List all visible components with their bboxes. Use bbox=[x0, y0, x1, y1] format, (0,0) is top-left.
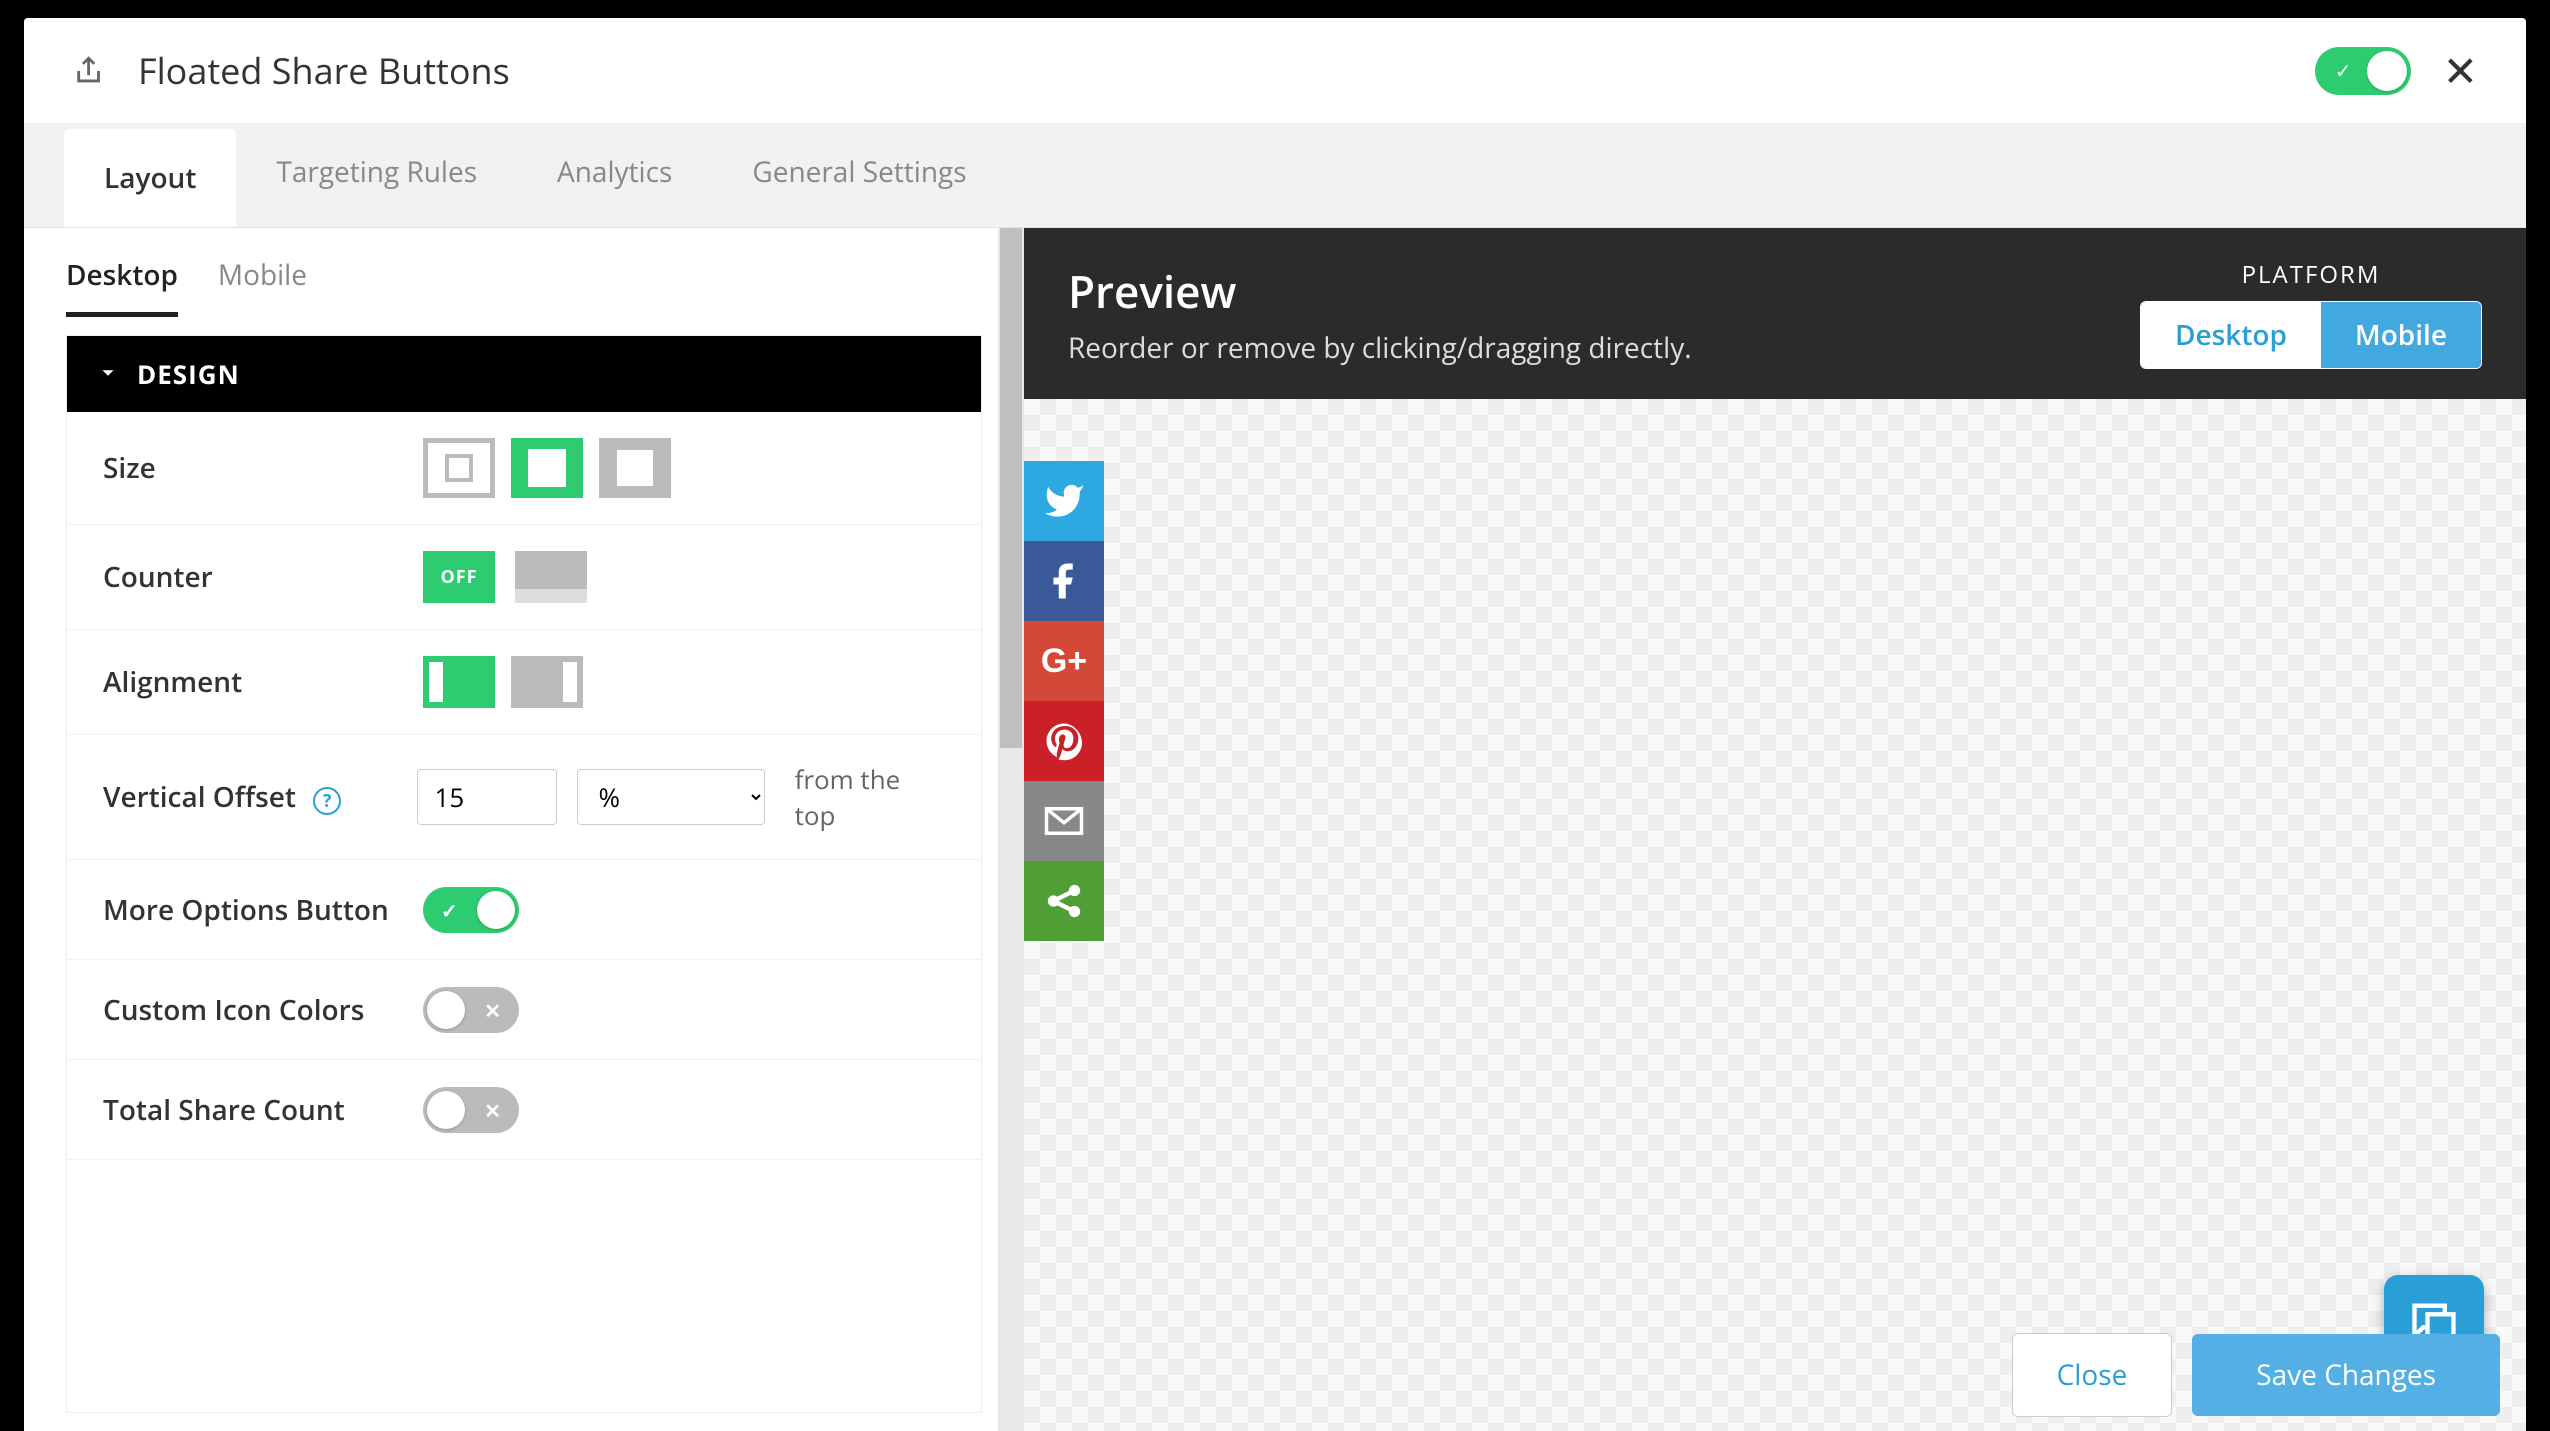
primary-tabs: Layout Targeting Rules Analytics General… bbox=[24, 123, 2526, 228]
label-vertical-offset: Vertical Offset ? bbox=[103, 778, 397, 816]
share-button-facebook[interactable] bbox=[1024, 541, 1104, 621]
platform-desktop-button[interactable]: Desktop bbox=[2141, 302, 2321, 368]
platform-label: PLATFORM bbox=[2140, 258, 2482, 291]
share-icon bbox=[72, 53, 108, 89]
row-alignment: Alignment bbox=[67, 630, 981, 735]
row-size: Size bbox=[67, 412, 981, 525]
platform-mobile-button[interactable]: Mobile bbox=[2321, 302, 2481, 368]
label-total-share: Total Share Count bbox=[103, 1091, 403, 1129]
tab-layout[interactable]: Layout bbox=[64, 129, 236, 227]
scrollbar-thumb[interactable] bbox=[1000, 228, 1022, 748]
alignment-option-right[interactable] bbox=[511, 656, 583, 708]
row-counter: Counter OFF bbox=[67, 525, 981, 630]
share-button-email[interactable] bbox=[1024, 781, 1104, 861]
settings-modal: Floated Share Buttons ✓ ✕ Layout Targeti… bbox=[24, 18, 2526, 1431]
modal-title: Floated Share Buttons bbox=[138, 46, 2315, 95]
size-option-medium[interactable] bbox=[511, 438, 583, 498]
header-actions: ✓ ✕ bbox=[2315, 47, 2478, 95]
device-subtabs: Desktop Mobile bbox=[24, 228, 1024, 317]
chevron-down-icon bbox=[97, 356, 119, 392]
alignment-option-left[interactable] bbox=[423, 656, 495, 708]
total-share-toggle[interactable] bbox=[423, 1087, 519, 1133]
label-more-options: More Options Button bbox=[103, 891, 403, 929]
tab-targeting-rules[interactable]: Targeting Rules bbox=[236, 123, 517, 227]
platform-buttons: Desktop Mobile bbox=[2140, 301, 2482, 369]
preview-subtitle: Reorder or remove by clicking/dragging d… bbox=[1068, 329, 2140, 367]
custom-colors-toggle[interactable] bbox=[423, 987, 519, 1033]
counter-option-off[interactable]: OFF bbox=[423, 551, 495, 603]
size-option-small[interactable] bbox=[423, 438, 495, 498]
modal-footer: Close Save Changes bbox=[2012, 1333, 2500, 1417]
more-options-toggle[interactable] bbox=[423, 887, 519, 933]
preview-header: Preview Reorder or remove by clicking/dr… bbox=[1024, 228, 2526, 399]
row-total-share: Total Share Count bbox=[67, 1060, 981, 1160]
feature-enable-toggle[interactable]: ✓ bbox=[2315, 47, 2411, 95]
subtab-desktop[interactable]: Desktop bbox=[66, 256, 178, 317]
preview-canvas: G+ Close Save C bbox=[1024, 399, 2526, 1431]
row-custom-colors: Custom Icon Colors bbox=[67, 960, 981, 1060]
alignment-options bbox=[423, 656, 583, 708]
preview-titles: Preview Reorder or remove by clicking/dr… bbox=[1068, 261, 2140, 367]
share-button-twitter[interactable] bbox=[1024, 461, 1104, 541]
tab-general-settings[interactable]: General Settings bbox=[712, 123, 1006, 227]
label-vertical-offset-text: Vertical Offset bbox=[103, 778, 296, 816]
design-section-header[interactable]: DESIGN bbox=[67, 336, 981, 412]
share-button-google-plus[interactable]: G+ bbox=[1024, 621, 1104, 701]
modal-body: Desktop Mobile DESIGN Size bbox=[24, 228, 2526, 1431]
share-button-more[interactable] bbox=[1024, 861, 1104, 941]
platform-switch: PLATFORM Desktop Mobile bbox=[2140, 258, 2482, 369]
subtab-mobile[interactable]: Mobile bbox=[218, 256, 307, 317]
section-title: DESIGN bbox=[137, 356, 240, 392]
settings-scrollbar[interactable] bbox=[998, 228, 1024, 1431]
share-button-pinterest[interactable] bbox=[1024, 701, 1104, 781]
row-vertical-offset: Vertical Offset ? % from the top bbox=[67, 735, 981, 860]
counter-option-on[interactable] bbox=[515, 551, 587, 603]
tab-analytics[interactable]: Analytics bbox=[517, 123, 712, 227]
vertical-offset-unit-select[interactable]: % bbox=[577, 769, 764, 825]
preview-pane: Preview Reorder or remove by clicking/dr… bbox=[1024, 228, 2526, 1431]
modal-header: Floated Share Buttons ✓ ✕ bbox=[24, 18, 2526, 123]
save-changes-button[interactable]: Save Changes bbox=[2192, 1334, 2500, 1416]
label-custom-colors: Custom Icon Colors bbox=[103, 991, 403, 1029]
preview-title: Preview bbox=[1068, 261, 2140, 321]
size-options bbox=[423, 438, 671, 498]
label-size: Size bbox=[103, 449, 403, 487]
design-panel: DESIGN Size Counter OFF Alignme bbox=[66, 335, 982, 1413]
close-button[interactable]: Close bbox=[2012, 1333, 2173, 1417]
label-counter: Counter bbox=[103, 558, 403, 596]
close-icon[interactable]: ✕ bbox=[2443, 50, 2478, 92]
size-option-large[interactable] bbox=[599, 438, 671, 498]
hint-from-top: from the top bbox=[795, 761, 945, 833]
label-alignment: Alignment bbox=[103, 663, 403, 701]
share-button-column: G+ bbox=[1024, 461, 1104, 941]
vertical-offset-input[interactable] bbox=[417, 769, 557, 825]
help-icon[interactable]: ? bbox=[313, 787, 341, 815]
settings-pane: Desktop Mobile DESIGN Size bbox=[24, 228, 1024, 1431]
row-more-options: More Options Button bbox=[67, 860, 981, 960]
